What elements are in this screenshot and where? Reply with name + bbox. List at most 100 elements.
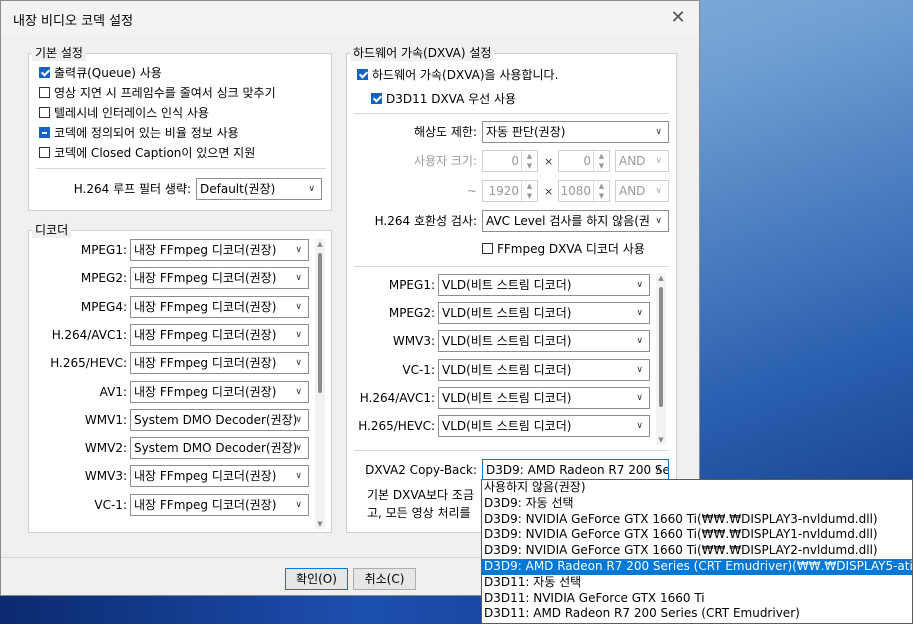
decoder-row-select[interactable]: 내장 FFmpeg 디코더(권장) ∨ [130, 465, 309, 488]
hw-decoder-row-select[interactable]: VLD(비트 스트림 디코더) ∨ [438, 330, 650, 353]
copyback-option[interactable]: D3D11: AMD Radeon R7 200 Series (CRT Emu… [482, 606, 912, 622]
resolution-limit-select[interactable]: 자동 판단(권장) ∨ [482, 121, 669, 143]
min-operator-select[interactable]: AND ∨ [615, 150, 669, 172]
basic-option-checkbox[interactable]: 텔레시네 인터레이스 인식 사용 [39, 105, 209, 121]
dxva-enable-checkbox[interactable]: 하드웨어 가속(DXVA)을 사용합니다. [357, 67, 558, 83]
hw-decoder-row-label: WMV3: [392, 334, 435, 349]
decoder-row-label: WMV3: [84, 469, 127, 484]
copyback-option[interactable]: D3D9: 자동 선택 [482, 496, 912, 512]
min-height-spinner[interactable]: 0 ▲ ▼ [558, 150, 610, 172]
close-icon[interactable]: ✕ [667, 7, 689, 29]
decoder-row-value: 내장 FFmpeg 디코더(권장) [134, 384, 277, 399]
basic-settings-label: 기본 설정 [32, 44, 86, 61]
resolution-limit-value: 자동 판단(권장) [486, 125, 566, 139]
d3d11-dxva-label: D3D11 DXVA 우선 사용 [386, 92, 517, 106]
spinner-arrows-icon[interactable]: ▲ ▼ [521, 151, 537, 171]
hw-decoder-row-select[interactable]: VLD(비트 스트림 디코더) ∨ [438, 358, 650, 381]
hw-decoder-row-value: VLD(비트 스트림 디코더) [442, 390, 572, 405]
scroll-thumb[interactable] [318, 253, 322, 393]
decoder-row-value: 내장 FFmpeg 디코더(권장) [134, 497, 277, 512]
copyback-option[interactable]: 사용하지 않음(권장) [482, 480, 912, 496]
decoder-row-select[interactable]: System DMO Decoder(권장) ∨ [130, 437, 309, 460]
decoder-row-select[interactable]: 내장 FFmpeg 디코더(권장) ∨ [130, 323, 309, 346]
decoder-row-select[interactable]: System DMO Decoder(권장) ∨ [130, 408, 309, 431]
checkbox-empty-icon [39, 87, 50, 98]
basic-option-checkbox[interactable]: 영상 지연 시 프레임수를 줄여서 싱크 맞추기 [39, 85, 276, 101]
hw-decoder-row-value: VLD(비트 스트림 디코더) [442, 419, 572, 433]
decoder-row-select[interactable]: 내장 FFmpeg 디코더(권장) ∨ [130, 267, 309, 290]
max-width-spinner[interactable]: 1920 ▲ ▼ [482, 180, 538, 202]
copyback-option[interactable]: D3D9: AMD Radeon R7 200 Series (CRT Emud… [482, 558, 912, 575]
copyback-select[interactable]: D3D9: AMD Radeon R7 200 Se ∧ [482, 459, 669, 481]
h264-loop-filter-select[interactable]: Default(권장) ∨ [196, 178, 322, 200]
hw-decoder-list: MPEG1: VLD(비트 스트림 디코더) ∨ MPEG2: VLD(비트 스트림 디… [350, 271, 668, 447]
max-operator-select[interactable]: AND ∨ [615, 180, 669, 202]
copyback-option[interactable]: D3D9: NVIDIA GeForce GTX 1660 Ti(₩₩.₩DIS… [482, 527, 912, 543]
max-height-value: 1080 [560, 184, 591, 198]
chevron-down-icon: ∨ [636, 392, 643, 403]
decoder-row-value: 내장 FFmpeg 디코더(권장) [134, 243, 277, 257]
checkbox-checked-icon [39, 67, 50, 78]
checkbox-checked-icon [39, 127, 50, 138]
hw-decoder-row-select[interactable]: VLD(비트 스트림 디코더) ∨ [438, 386, 650, 409]
hw-decoder-scrollbar[interactable]: ▲ ▼ [656, 273, 666, 445]
copyback-option[interactable]: D3D11: 자동 선택 [482, 575, 912, 591]
chevron-down-icon: ∨ [655, 186, 662, 196]
h264-compat-select[interactable]: AVC Level 검사를 하지 않음(권 ∨ [482, 210, 669, 232]
spinner-arrows-icon[interactable]: ▲ ▼ [593, 151, 609, 171]
decoder-row-select[interactable]: 내장 FFmpeg 디코더(권장) ∨ [130, 295, 309, 318]
hw-decoder-row-select[interactable]: VLD(비트 스트림 디코더) ∨ [438, 274, 650, 296]
copyback-option[interactable]: D3D9: NVIDIA GeForce GTX 1660 Ti(₩₩.₩DIS… [482, 512, 912, 528]
hw-decoder-row-select[interactable]: VLD(비트 스트림 디코더) ∨ [438, 415, 650, 437]
chevron-down-icon: ∨ [636, 280, 643, 290]
decoder-row-select[interactable]: 내장 FFmpeg 디코더(권장) ∨ [130, 239, 309, 261]
dxva-enable-label: 하드웨어 가속(DXVA)을 사용합니다. [372, 68, 559, 82]
max-width-value: 1920 [488, 184, 519, 198]
cancel-button[interactable]: 취소(C) [353, 568, 416, 590]
decoder-row-label: MPEG4: [80, 299, 127, 314]
decoder-label: 디코더 [32, 221, 72, 238]
decoder-row-label: WMV2: [84, 441, 127, 456]
hw-decoder-row-label: VC-1: [402, 362, 435, 377]
copyback-option[interactable]: D3D9: NVIDIA GeForce GTX 1660 Ti(₩₩.₩DIS… [482, 543, 912, 559]
chevron-down-icon: ∨ [295, 301, 302, 312]
decoder-row-value: 내장 FFmpeg 디코더(권장) [134, 469, 277, 484]
basic-option-label: 출력큐(Queue) 사용 [54, 66, 162, 80]
copyback-option[interactable]: D3D11: NVIDIA GeForce GTX 1660 Ti [482, 591, 912, 607]
dxva-label: 하드웨어 가속(DXVA) 설정 [350, 44, 495, 61]
scroll-down-icon[interactable]: ▼ [315, 519, 325, 529]
chevron-down-icon: ∨ [295, 329, 302, 340]
scroll-thumb[interactable] [659, 287, 663, 407]
decoder-row-select[interactable]: 내장 FFmpeg 디코더(권장) ∨ [130, 352, 309, 375]
decoder-row-value: 내장 FFmpeg 디코더(권장) [134, 299, 277, 314]
basic-option-checkbox[interactable]: 코덱에 Closed Caption이 있으면 지원 [39, 145, 255, 161]
decoder-row-select[interactable]: 내장 FFmpeg 디코더(권장) ∨ [130, 380, 309, 403]
decoder-row-label: AV1: [99, 384, 127, 399]
dxva-divider-2 [354, 266, 669, 267]
basic-option-checkbox[interactable]: 코덱에 정의되어 있는 비율 정보 사용 [39, 125, 239, 141]
hw-decoder-row-select[interactable]: VLD(비트 스트림 디코더) ∨ [438, 302, 650, 325]
ok-button[interactable]: 확인(O) [285, 568, 348, 590]
basic-option-checkbox[interactable]: 출력큐(Queue) 사용 [39, 65, 162, 81]
ffmpeg-dxva-checkbox[interactable]: FFmpeg DXVA 디코더 사용 [482, 241, 645, 257]
hw-decoder-row-value: VLD(비트 스트림 디코더) [442, 362, 572, 377]
scroll-up-icon[interactable]: ▲ [656, 273, 666, 283]
copyback-value: D3D9: AMD Radeon R7 200 Se [486, 463, 669, 477]
decoder-row-label: VC-1: [94, 497, 127, 512]
decoder-row-select[interactable]: 내장 FFmpeg 디코더(권장) ∨ [130, 493, 309, 516]
scroll-up-icon[interactable]: ▲ [315, 239, 325, 249]
scroll-down-icon[interactable]: ▼ [656, 435, 666, 445]
decoder-row-value: System DMO Decoder(권장) [134, 412, 298, 427]
decoder-scrollbar[interactable]: ▲ ▼ [315, 239, 325, 529]
max-operator-value: AND [619, 184, 646, 198]
spinner-arrows-icon[interactable]: ▲ ▼ [593, 181, 609, 201]
max-height-spinner[interactable]: 1080 ▲ ▼ [558, 180, 610, 202]
spinner-arrows-icon[interactable]: ▲ ▼ [521, 181, 537, 201]
d3d11-dxva-checkbox[interactable]: D3D11 DXVA 우선 사용 [371, 91, 516, 107]
h264-loop-filter-value: Default(권장) [200, 182, 276, 196]
chevron-down-icon: ∨ [636, 364, 643, 375]
min-width-spinner[interactable]: 0 ▲ ▼ [482, 150, 538, 172]
checkbox-empty-icon [39, 147, 50, 158]
times-icon: × [544, 155, 554, 168]
decoder-group: MPEG1: 내장 FFmpeg 디코더(권장) ∨ MPEG2: 내장 FFmpeg … [28, 230, 332, 533]
